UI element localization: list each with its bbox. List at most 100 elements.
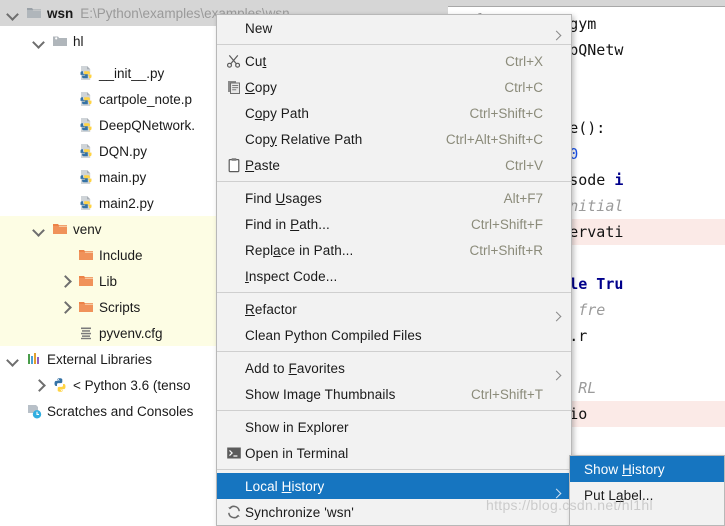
tree-item-label: venv xyxy=(73,221,102,237)
menu-item-inspect-code[interactable]: Inspect Code... xyxy=(217,263,571,289)
menu-item-label: Find in Path... xyxy=(245,216,330,232)
menu-item-cut[interactable]: Cut Ctrl+X xyxy=(217,48,571,74)
tree-item-label: Lib xyxy=(99,273,118,289)
tree-item-label: DeepQNetwork. xyxy=(99,117,196,133)
scissors-icon xyxy=(223,53,245,69)
menu-item-local-history[interactable]: Local History xyxy=(217,473,571,499)
menu-item-shortcut: Ctrl+Shift+R xyxy=(469,242,543,258)
menu-item-label: Inspect Code... xyxy=(245,268,338,284)
tree-item-label: main.py xyxy=(99,169,147,185)
menu-item-label: Show in Explorer xyxy=(245,419,349,435)
submenu-item-show-history[interactable]: Show History xyxy=(570,456,724,482)
chevron-down-icon[interactable] xyxy=(32,34,46,48)
menu-item-shortcut: Ctrl+C xyxy=(504,79,543,95)
tree-item-label: External Libraries xyxy=(47,351,153,367)
chevron-right-icon[interactable] xyxy=(58,274,72,288)
menu-separator xyxy=(217,292,571,293)
project-root-name: wsn xyxy=(47,5,74,21)
tree-item-label: Scratches and Consoles xyxy=(47,403,194,419)
menu-item-show-image-thumbnails[interactable]: Show Image Thumbnails Ctrl+Shift+T xyxy=(217,381,571,407)
folder-orange-icon xyxy=(52,221,68,237)
menu-separator xyxy=(217,181,571,182)
sync-icon xyxy=(223,504,245,520)
tree-item-label: DQN.py xyxy=(99,143,148,159)
python-file-icon xyxy=(78,169,94,185)
menu-item-shortcut: Ctrl+Alt+Shift+C xyxy=(445,131,543,147)
menu-item-new[interactable]: New xyxy=(217,15,571,41)
menu-item-shortcut: Ctrl+Shift+C xyxy=(469,105,543,121)
menu-item-shortcut: Ctrl+X xyxy=(505,53,543,69)
menu-separator xyxy=(217,44,571,45)
menu-item-find-usages[interactable]: Find Usages Alt+F7 xyxy=(217,185,571,211)
menu-item-copy[interactable]: Copy Ctrl+C xyxy=(217,74,571,100)
local-history-submenu[interactable]: Show History Put Label... xyxy=(569,455,725,526)
menu-item-label: Copy xyxy=(245,79,277,95)
menu-item-paste[interactable]: Paste Ctrl+V xyxy=(217,152,571,178)
menu-separator xyxy=(217,410,571,411)
menu-separator xyxy=(217,469,571,470)
tree-item-label: cartpole_note.p xyxy=(99,91,193,107)
menu-item-label: Open in Terminal xyxy=(245,445,349,461)
python-file-icon xyxy=(78,117,94,133)
menu-item-label: Show Image Thumbnails xyxy=(245,386,396,402)
python-file-icon xyxy=(78,195,94,211)
menu-item-show-in-explorer[interactable]: Show in Explorer xyxy=(217,414,571,440)
menu-item-shortcut: Ctrl+Shift+F xyxy=(470,216,543,232)
menu-item-shortcut: Ctrl+Shift+T xyxy=(470,386,543,402)
chevron-right-icon[interactable] xyxy=(58,300,72,314)
menu-item-shortcut: Ctrl+V xyxy=(505,157,543,173)
folder-module-icon xyxy=(52,33,68,49)
menu-item-label: Replace in Path... xyxy=(245,242,354,258)
python-file-icon xyxy=(78,143,94,159)
menu-item-label: Cut xyxy=(245,53,267,69)
menu-item-label: Copy Relative Path xyxy=(245,131,363,147)
submenu-item-put-label[interactable]: Put Label... xyxy=(570,482,724,508)
menu-item-label: Refactor xyxy=(245,301,297,317)
terminal-icon xyxy=(223,445,245,461)
tree-item-label: < Python 3.6 (tenso xyxy=(73,377,191,393)
tree-item-label: __init__.py xyxy=(99,65,165,81)
tree-item-label: hl xyxy=(73,33,84,49)
python-file-icon xyxy=(78,65,94,81)
menu-item-add-to-favorites[interactable]: Add to Favorites xyxy=(217,355,571,381)
menu-item-label: Paste xyxy=(245,157,281,173)
menu-item-copy-relative-path[interactable]: Copy Relative Path Ctrl+Alt+Shift+C xyxy=(217,126,571,152)
scratches-icon xyxy=(26,403,42,419)
menu-item-refactor[interactable]: Refactor xyxy=(217,296,571,322)
folder-orange-icon xyxy=(78,299,94,315)
menu-item-label: Copy Path xyxy=(245,105,309,121)
editor-top-divider xyxy=(448,0,725,7)
tree-item-label: Include xyxy=(99,247,143,263)
menu-item-label: Local History xyxy=(245,478,325,494)
chevron-down-icon[interactable] xyxy=(6,6,20,20)
menu-item-find-in-path[interactable]: Find in Path... Ctrl+Shift+F xyxy=(217,211,571,237)
menu-item-replace-in-path[interactable]: Replace in Path... Ctrl+Shift+R xyxy=(217,237,571,263)
copy-icon xyxy=(223,79,245,95)
chevron-down-icon[interactable] xyxy=(32,222,46,236)
chevron-down-icon[interactable] xyxy=(6,352,20,366)
menu-item-synchronize-wsn[interactable]: Synchronize 'wsn' xyxy=(217,499,571,525)
project-context-menu[interactable]: New Cut Ctrl+X Copy Ctrl+C Copy Path Ctrl+Shif… xyxy=(216,14,572,526)
tree-item-label: pyvenv.cfg xyxy=(99,325,163,341)
menu-separator xyxy=(217,351,571,352)
library-icon xyxy=(26,351,42,367)
menu-item-label: Add to Favorites xyxy=(245,360,345,376)
menu-item-clean-python-compiled-files[interactable]: Clean Python Compiled Files xyxy=(217,322,571,348)
menu-item-open-in-terminal[interactable]: Open in Terminal xyxy=(217,440,571,466)
clipboard-icon xyxy=(223,157,245,173)
menu-item-shortcut: Alt+F7 xyxy=(503,190,543,206)
tree-item-label: Scripts xyxy=(99,299,141,315)
menu-item-copy-path[interactable]: Copy Path Ctrl+Shift+C xyxy=(217,100,571,126)
menu-item-label: Synchronize 'wsn' xyxy=(245,504,354,520)
chevron-right-icon[interactable] xyxy=(32,378,46,392)
menu-item-label: New xyxy=(245,20,273,36)
folder-orange-icon xyxy=(78,247,94,263)
